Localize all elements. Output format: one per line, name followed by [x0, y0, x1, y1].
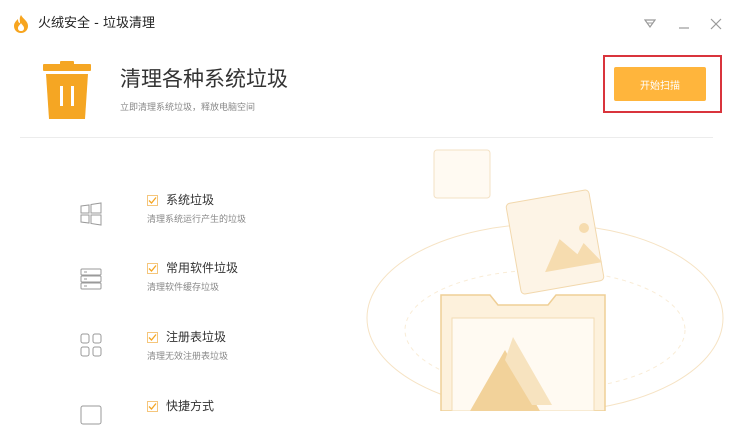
start-scan-button[interactable]: 开始扫描 — [614, 67, 706, 101]
window-title: 火绒安全 - 垃圾清理 — [38, 16, 155, 31]
shortcut-icon — [80, 405, 102, 425]
checkmark-icon — [148, 403, 157, 410]
software-junk-checkbox[interactable] — [147, 263, 158, 274]
menu-dropdown-button[interactable] — [640, 14, 660, 34]
page-subtitle: 立即清理系统垃圾，释放电脑空间 — [120, 103, 256, 113]
item-name: 注册表垃圾 — [166, 330, 227, 344]
item-desc: 清理软件缓存垃圾 — [147, 283, 220, 293]
item-name: 系统垃圾 — [166, 193, 215, 207]
item-desc: 清理系统运行产生的垃圾 — [147, 215, 247, 225]
checkmark-icon — [148, 197, 157, 204]
checkmark-icon — [148, 334, 157, 341]
divider — [20, 137, 713, 138]
windows-icon — [80, 202, 102, 226]
menu-dropdown-icon — [644, 19, 656, 29]
close-icon — [710, 18, 722, 30]
fire-logo-icon — [14, 15, 28, 33]
system-junk-checkbox[interactable] — [147, 195, 158, 206]
stack-icon — [80, 268, 102, 290]
registry-junk-checkbox[interactable] — [147, 332, 158, 343]
minimize-icon — [679, 27, 689, 29]
item-desc: 清理无效注册表垃圾 — [147, 352, 229, 362]
shortcuts-checkbox[interactable] — [147, 401, 158, 412]
list-item-shortcuts: 快捷方式 — [0, 396, 420, 446]
list-item-software-junk: 常用软件垃圾 清理软件缓存垃圾 — [0, 259, 420, 309]
trash-icon — [43, 61, 91, 119]
close-button[interactable] — [706, 14, 726, 34]
registry-grid-icon — [80, 333, 102, 357]
item-name: 常用软件垃圾 — [166, 261, 239, 275]
page-title: 清理各种系统垃圾 — [120, 67, 288, 91]
minimize-button[interactable] — [674, 14, 694, 34]
checkmark-icon — [148, 265, 157, 272]
list-item-system-junk: 系统垃圾 清理系统运行产生的垃圾 — [0, 190, 420, 240]
list-item-registry-junk: 注册表垃圾 清理无效注册表垃圾 — [0, 327, 420, 377]
title-bar: 火绒安全 - 垃圾清理 — [0, 0, 733, 48]
